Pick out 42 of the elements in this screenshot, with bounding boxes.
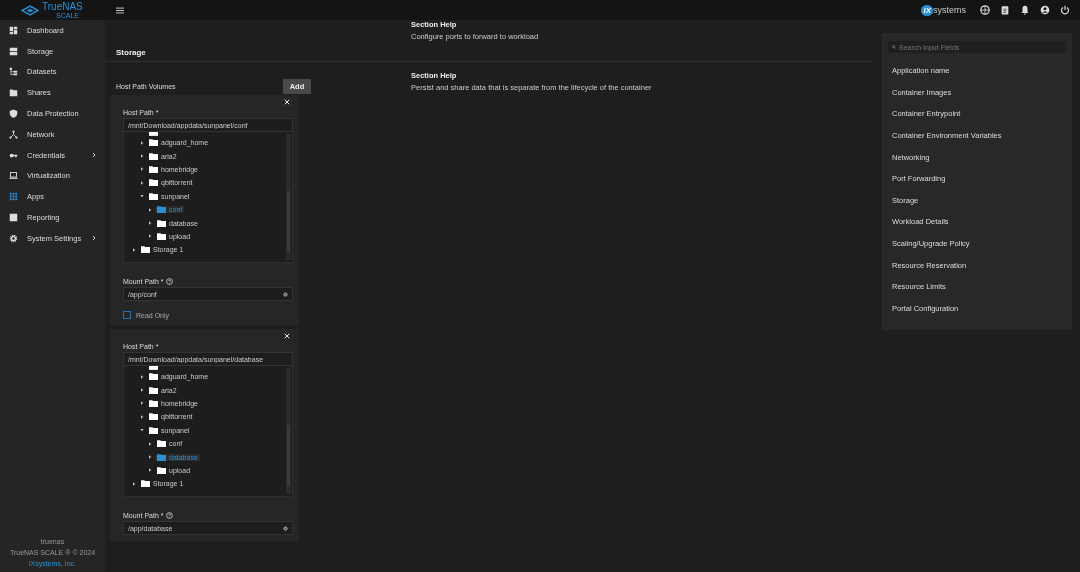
collapsed-arrow-icon[interactable] — [148, 455, 152, 460]
collapsed-arrow-icon[interactable] — [148, 221, 152, 226]
settings-icon — [9, 233, 18, 243]
power-icon[interactable] — [1060, 5, 1070, 15]
collapsed-arrow-icon[interactable] — [148, 468, 152, 473]
clear-icon[interactable] — [283, 525, 288, 531]
collapsed-arrow-icon[interactable] — [140, 401, 144, 406]
clear-icon[interactable] — [283, 291, 288, 297]
collapsed-arrow-icon[interactable] — [140, 374, 144, 379]
globe-icon[interactable] — [980, 5, 990, 15]
collapsed-arrow-icon[interactable] — [140, 414, 144, 419]
collapsed-arrow-icon[interactable] — [140, 167, 144, 172]
collapsed-arrow-icon[interactable] — [140, 154, 144, 159]
collapsed-arrow-icon[interactable] — [140, 140, 144, 145]
account-icon[interactable] — [1040, 5, 1050, 15]
dashboard-icon — [9, 25, 18, 35]
collapsed-arrow-icon[interactable] — [132, 481, 136, 486]
close-icon[interactable] — [284, 333, 290, 339]
read-only-checkbox[interactable] — [123, 311, 131, 319]
collapsed-arrow-icon[interactable] — [140, 180, 144, 185]
hierarchy-icon — [9, 67, 18, 77]
clipboard-icon[interactable] — [1000, 5, 1010, 15]
section-heading: Storage — [116, 48, 147, 57]
storage-icon — [9, 46, 18, 56]
scrollbar[interactable] — [286, 368, 291, 494]
collapsed-arrow-icon[interactable] — [148, 234, 152, 239]
help-icon[interactable] — [166, 512, 174, 519]
collapsed-arrow-icon[interactable] — [140, 388, 144, 393]
help-icon[interactable] — [166, 278, 174, 285]
ixsystems-logo: iX systems — [921, 4, 966, 16]
folder-icon — [9, 88, 18, 98]
close-icon[interactable] — [284, 99, 290, 105]
shield-icon — [9, 109, 18, 119]
laptop-icon — [9, 171, 18, 181]
collapsed-arrow-icon[interactable] — [148, 207, 152, 212]
collapsed-arrow-icon[interactable] — [132, 247, 136, 252]
collapsed-arrow-icon[interactable] — [148, 441, 152, 446]
grid-icon — [9, 192, 18, 202]
network-icon — [9, 129, 18, 139]
scrollbar[interactable] — [286, 134, 291, 260]
menu-icon[interactable] — [116, 6, 124, 14]
bell-icon[interactable] — [1020, 5, 1030, 15]
